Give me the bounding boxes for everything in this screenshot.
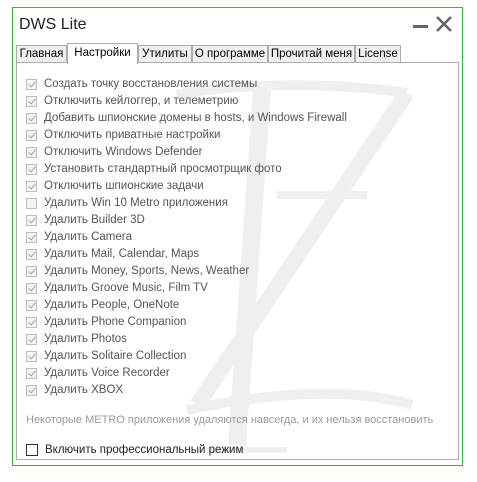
checkbox-remove-mail-calendar-maps[interactable] xyxy=(26,248,37,260)
checkbox-spy-domains-hosts[interactable] xyxy=(26,112,37,124)
option-spy-domains-hosts[interactable]: Добавить шпионские домены в hosts, и Win… xyxy=(26,110,347,126)
option-disable-defender[interactable]: Отключить Windows Defender xyxy=(26,144,202,160)
option-remove-phone-companion[interactable]: Удалить Phone Companion xyxy=(26,314,186,330)
checkbox-remove-phone-companion[interactable] xyxy=(26,316,37,328)
checkbox-disable-private-settings[interactable] xyxy=(26,129,37,141)
option-standard-photo-viewer[interactable]: Установить стандартный просмотрщик фото xyxy=(26,161,282,177)
option-label: Удалить Solitaire Collection xyxy=(44,350,187,362)
app-window: DWS Lite Главная Настройки Утилиты О про… xyxy=(12,7,463,466)
metro-warning-note: Некоторые METRO приложения удаляются нав… xyxy=(26,414,434,426)
option-label: Удалить Builder 3D xyxy=(44,214,145,226)
option-label: Создать точку восстановления системы xyxy=(44,78,258,90)
option-remove-voice-recorder[interactable]: Удалить Voice Recorder xyxy=(26,365,170,381)
checkbox-remove-photos[interactable] xyxy=(26,333,37,345)
checkbox-disable-keylogger[interactable] xyxy=(26,95,37,107)
checkbox-pro-mode[interactable] xyxy=(26,444,38,456)
option-remove-photos[interactable]: Удалить Photos xyxy=(26,331,127,347)
option-label: Отключить приватные настройки xyxy=(44,129,221,141)
checkbox-remove-metro-apps[interactable] xyxy=(26,197,37,209)
minimize-icon xyxy=(413,25,428,28)
option-remove-camera[interactable]: Удалить Camera xyxy=(26,229,132,245)
minimize-button[interactable] xyxy=(410,14,430,34)
checkbox-standard-photo-viewer[interactable] xyxy=(26,163,37,175)
checkbox-disable-defender[interactable] xyxy=(26,146,37,158)
option-disable-keylogger[interactable]: Отключить кейлоггер, и телеметрию xyxy=(26,93,238,109)
option-label: Удалить Camera xyxy=(44,231,133,243)
option-remove-mail-calendar-maps[interactable]: Удалить Mail, Calendar, Maps xyxy=(26,246,199,262)
checkbox-remove-people-onenote[interactable] xyxy=(26,299,37,311)
checkbox-remove-groove-music[interactable] xyxy=(26,282,37,294)
option-label: Удалить Money, Sports, News, Weather xyxy=(44,265,250,277)
option-label: Отключить Windows Defender xyxy=(44,146,203,158)
option-label: Отключить кейлоггер, и телеметрию xyxy=(44,95,239,107)
option-remove-people-onenote[interactable]: Удалить People, OneNote xyxy=(26,297,179,313)
option-label: Удалить Win 10 Metro приложения xyxy=(44,197,228,209)
option-label: Удалить Photos xyxy=(44,333,127,345)
option-disable-spy-tasks[interactable]: Отключить шпионские задачи xyxy=(26,178,204,194)
option-label: Добавить шпионские домены в hosts, и Win… xyxy=(44,112,347,124)
option-label: Удалить Phone Companion xyxy=(44,316,187,328)
close-button[interactable] xyxy=(434,14,454,34)
checkbox-remove-camera[interactable] xyxy=(26,231,37,243)
option-remove-solitaire[interactable]: Удалить Solitaire Collection xyxy=(26,348,186,364)
tab-about[interactable]: О программе xyxy=(192,45,268,62)
checkbox-remove-solitaire[interactable] xyxy=(26,350,37,362)
tab-home[interactable]: Главная xyxy=(16,45,67,62)
settings-panel: Создать точку восстановления системы Отк… xyxy=(16,62,459,460)
checkbox-create-restore-point[interactable] xyxy=(26,78,37,90)
tab-readme[interactable]: Прочитай меня xyxy=(268,45,355,62)
checkbox-remove-money-sports-news[interactable] xyxy=(26,265,37,277)
option-label: Удалить Groove Music, Film TV xyxy=(44,282,208,294)
option-label: Удалить Voice Recorder xyxy=(44,367,170,379)
pro-mode-option[interactable]: Включить профессиональный режим xyxy=(26,442,243,458)
checkbox-remove-builder-3d[interactable] xyxy=(26,214,37,226)
option-remove-builder-3d[interactable]: Удалить Builder 3D xyxy=(26,212,145,228)
checkbox-disable-spy-tasks[interactable] xyxy=(26,180,37,192)
option-remove-metro-apps[interactable]: Удалить Win 10 Metro приложения xyxy=(26,195,228,211)
tab-license[interactable]: License xyxy=(355,45,401,62)
tab-settings[interactable]: Настройки xyxy=(67,43,138,64)
option-remove-xbox[interactable]: Удалить XBOX xyxy=(26,382,123,398)
tab-utilities[interactable]: Утилиты xyxy=(138,45,192,62)
pro-mode-label: Включить профессиональный режим xyxy=(45,444,244,456)
option-label: Установить стандартный просмотрщик фото xyxy=(44,163,282,175)
option-label: Отключить шпионские задачи xyxy=(44,180,204,192)
window-title: DWS Lite xyxy=(19,16,87,33)
option-label: Удалить People, OneNote xyxy=(44,299,180,311)
option-remove-money-sports-news[interactable]: Удалить Money, Sports, News, Weather xyxy=(26,263,249,279)
option-create-restore-point[interactable]: Создать точку восстановления системы xyxy=(26,76,257,92)
option-disable-private-settings[interactable]: Отключить приватные настройки xyxy=(26,127,220,143)
option-label: Удалить Mail, Calendar, Maps xyxy=(44,248,200,260)
close-icon xyxy=(436,16,452,32)
checkbox-remove-voice-recorder[interactable] xyxy=(26,367,37,379)
option-remove-groove-music[interactable]: Удалить Groove Music, Film TV xyxy=(26,280,208,296)
option-label: Удалить XBOX xyxy=(44,384,124,396)
checkbox-remove-xbox[interactable] xyxy=(26,384,37,396)
